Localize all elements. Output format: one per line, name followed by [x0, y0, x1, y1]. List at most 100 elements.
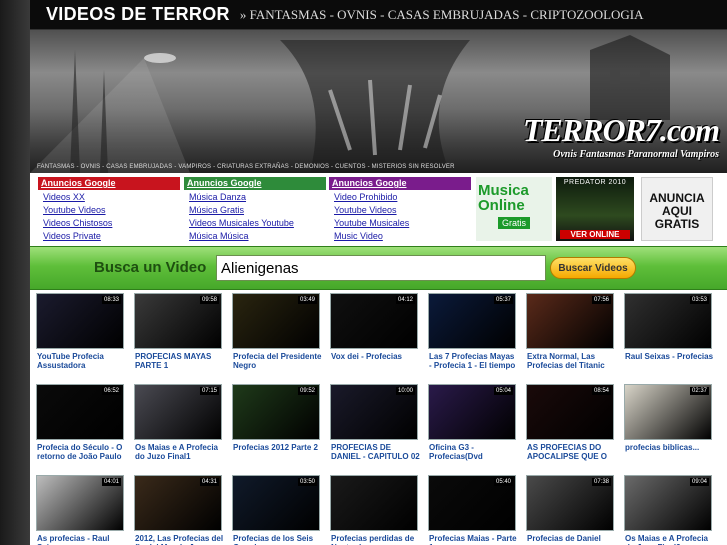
video-title[interactable]: Extra Normal, Las Profecias del Titanic — [526, 352, 616, 370]
video-duration: 04:12 — [395, 296, 415, 304]
video-title[interactable]: Oficina G3 - Profecias(Dvd — [428, 443, 518, 461]
anuncia-ad[interactable]: ANUNCIA AQUI GRATIS — [641, 177, 713, 241]
ad-link[interactable]: Video Prohibido — [334, 191, 471, 203]
video-thumbnail[interactable]: 03:50 — [232, 475, 320, 531]
video-thumbnail[interactable]: 07:38 — [526, 475, 614, 531]
video-card[interactable]: 07:38 Profecias de Daniel — [526, 475, 616, 545]
predator-ad-title: PREDATOR 2010 — [563, 179, 627, 186]
video-card[interactable]: Profecias perdidas de Nostradamus — [330, 475, 420, 545]
video-title[interactable]: 2012, Las Profecias del fin del Mundo Jo… — [134, 534, 224, 545]
ad-link[interactable]: Videos Musicales Youtube — [189, 217, 326, 229]
video-thumbnail[interactable]: 07:15 — [134, 384, 222, 440]
video-thumbnail[interactable]: 07:56 — [526, 293, 614, 349]
video-card[interactable]: 08:54 AS PROFECIAS DO APOCALIPSE QUE O — [526, 384, 616, 461]
video-title[interactable]: Os Maias e A Profecia do Juzo Final2 — [624, 534, 714, 545]
ad-column-header[interactable]: Anuncios Google — [184, 177, 326, 190]
video-thumbnail[interactable]: 03:53 — [624, 293, 712, 349]
video-title[interactable]: Profecia del Presidente Negro — [232, 352, 322, 370]
search-bar: Busca un Video Buscar Videos — [30, 246, 727, 290]
video-card[interactable]: 02:37 profecias biblicas... — [624, 384, 714, 461]
video-card[interactable]: 10:00 PROFECIAS DE DANIEL - CAPITULO 02 — [330, 384, 420, 461]
ad-link[interactable]: Youtube Videos — [334, 204, 471, 216]
video-card[interactable]: 03:50 Profecias de los Seis Grandes — [232, 475, 322, 545]
video-card[interactable]: 07:56 Extra Normal, Las Profecias del Tit… — [526, 293, 616, 370]
video-thumbnail[interactable]: 03:49 — [232, 293, 320, 349]
video-title[interactable]: Las 7 Profecias Mayas - Profecia 1 - El … — [428, 352, 518, 370]
video-title[interactable]: Os Maias e A Profecia do Juzo Final1 — [134, 443, 224, 461]
video-thumbnail[interactable]: 04:31 — [134, 475, 222, 531]
video-thumbnail[interactable]: 08:54 — [526, 384, 614, 440]
video-card[interactable]: 06:52 Profecia do Século - O retorno de J… — [36, 384, 126, 461]
video-title[interactable]: Vox dei - Profecias — [330, 352, 420, 370]
ad-link[interactable]: Música Gratis — [189, 204, 326, 216]
video-card[interactable]: 03:53 Raul Seixas - Profecias — [624, 293, 714, 370]
video-duration: 06:52 — [101, 387, 121, 395]
ad-link[interactable]: Videos XX — [43, 191, 180, 203]
video-title[interactable]: Profecias Maias - Parte 1 — [428, 534, 518, 545]
video-title[interactable]: Profecias de los Seis Grandes — [232, 534, 322, 545]
video-title[interactable]: YouTube Profecia Assustadora — [36, 352, 126, 370]
video-thumbnail[interactable]: 09:52 — [232, 384, 320, 440]
predator-ad[interactable]: PREDATOR 2010 VER ONLINE — [556, 177, 634, 241]
ad-link[interactable]: Videos Chistosos — [43, 217, 180, 229]
video-card[interactable]: 05:04 Oficina G3 - Profecias(Dvd — [428, 384, 518, 461]
video-thumbnail[interactable]: 04:12 — [330, 293, 418, 349]
ad-column-header[interactable]: Anuncios Google — [38, 177, 180, 190]
video-card[interactable]: 04:31 2012, Las Profecias del fin del Mun… — [134, 475, 224, 545]
video-card[interactable]: 04:12 Vox dei - Profecias — [330, 293, 420, 370]
video-title[interactable]: Profecias 2012 Parte 2 — [232, 443, 322, 461]
musica-ad-line1: Musica — [478, 182, 529, 199]
video-card[interactable]: 08:33 YouTube Profecia Assustadora — [36, 293, 126, 370]
video-card[interactable]: 07:15 Os Maias e A Profecia do Juzo Final… — [134, 384, 224, 461]
video-thumbnail[interactable]: 08:33 — [36, 293, 124, 349]
logo-text: TERROR7.com — [522, 112, 720, 148]
video-title[interactable]: profecias biblicas... — [624, 443, 714, 461]
video-thumbnail[interactable]: 05:40 — [428, 475, 516, 531]
video-thumbnail[interactable]: 02:37 — [624, 384, 712, 440]
video-card[interactable]: 09:58 PROFECIAS MAYAS PARTE 1 — [134, 293, 224, 370]
ad-link[interactable]: Music Video — [334, 230, 471, 242]
ad-link[interactable]: Youtube Musicales — [334, 217, 471, 229]
category-nav[interactable]: » FANTASMAS - OVNIS - CASAS EMBRUJADAS -… — [240, 7, 644, 23]
video-card[interactable]: 03:49 Profecia del Presidente Negro — [232, 293, 322, 370]
ad-column-header[interactable]: Anuncios Google — [329, 177, 471, 190]
video-title[interactable]: PROFECIAS MAYAS PARTE 1 — [134, 352, 224, 370]
video-card[interactable]: 05:37 Las 7 Profecias Mayas - Profecia 1 … — [428, 293, 518, 370]
video-thumbnail[interactable]: 05:04 — [428, 384, 516, 440]
video-title[interactable]: Profecias perdidas de Nostradamus — [330, 534, 420, 545]
video-title[interactable]: PROFECIAS DE DANIEL - CAPITULO 02 — [330, 443, 420, 461]
video-duration: 09:04 — [689, 478, 709, 486]
banner-tagline: FANTASMAS - OVNIS - CASAS EMBRUJADAS - V… — [37, 164, 455, 170]
ad-link[interactable]: Youtube Videos — [43, 204, 180, 216]
video-duration: 09:58 — [199, 296, 219, 304]
video-title[interactable]: AS PROFECIAS DO APOCALIPSE QUE O — [526, 443, 616, 461]
ad-link[interactable]: Videos Private — [43, 230, 180, 242]
video-title[interactable]: As profecias - Raul Seixas — [36, 534, 126, 545]
video-card[interactable]: 09:04 Os Maias e A Profecia do Juzo Final… — [624, 475, 714, 545]
search-button[interactable]: Buscar Videos — [550, 257, 636, 279]
video-card[interactable]: 05:40 Profecias Maias - Parte 1 — [428, 475, 518, 545]
video-thumbnail[interactable]: 05:37 — [428, 293, 516, 349]
video-thumbnail[interactable]: 04:01 — [36, 475, 124, 531]
video-duration: 10:00 — [395, 387, 415, 395]
top-bar: VIDEOS DE TERROR » FANTASMAS - OVNIS - C… — [30, 0, 727, 30]
video-thumbnail[interactable]: 06:52 — [36, 384, 124, 440]
video-thumbnail[interactable]: 10:00 — [330, 384, 418, 440]
search-input[interactable] — [216, 255, 546, 281]
site-logo[interactable]: TERROR7.com Ovnis Fantasmas Paranormal V… — [522, 112, 720, 160]
video-thumbnail[interactable]: 09:04 — [624, 475, 712, 531]
video-title[interactable]: Profecia do Século - O retorno de João P… — [36, 443, 126, 461]
musica-online-ad[interactable]: Musica Online Gratis — [476, 177, 552, 241]
site-title[interactable]: VIDEOS DE TERROR — [46, 4, 230, 25]
video-title[interactable]: Profecias de Daniel — [526, 534, 616, 545]
left-decor-strip — [0, 0, 30, 545]
video-thumbnail[interactable] — [330, 475, 418, 531]
ad-column-3: Anuncios Google Video Prohibido Youtube … — [329, 177, 471, 242]
video-card[interactable]: 04:01 As profecias - Raul Seixas — [36, 475, 126, 545]
video-duration: 03:49 — [297, 296, 317, 304]
ad-link[interactable]: Música Danza — [189, 191, 326, 203]
ad-link[interactable]: Música Música — [189, 230, 326, 242]
video-title[interactable]: Raul Seixas - Profecias — [624, 352, 714, 370]
video-card[interactable]: 09:52 Profecias 2012 Parte 2 — [232, 384, 322, 461]
video-thumbnail[interactable]: 09:58 — [134, 293, 222, 349]
